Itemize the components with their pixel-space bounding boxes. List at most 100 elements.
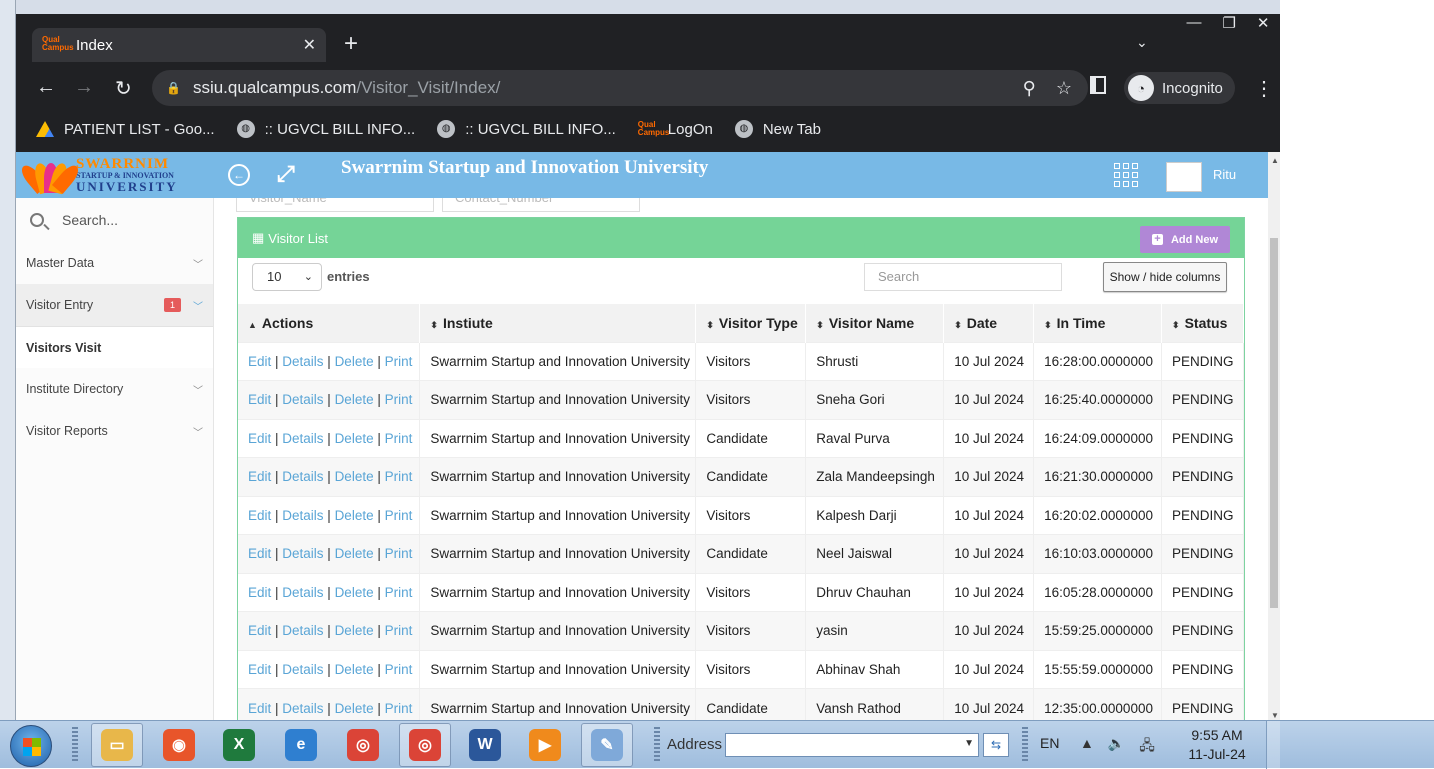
column-header[interactable]: ▲ Actions: [238, 304, 421, 342]
visitor-name-filter[interactable]: Visitor_Name: [236, 198, 434, 212]
minimize-icon[interactable]: —: [1186, 14, 1201, 38]
bookmark-star-icon[interactable]: ☆: [1056, 78, 1072, 99]
language-indicator[interactable]: EN: [1040, 735, 1059, 751]
details-link[interactable]: Details: [282, 585, 323, 600]
print-link[interactable]: Print: [385, 431, 413, 446]
delete-link[interactable]: Delete: [335, 469, 374, 484]
print-link[interactable]: Print: [385, 701, 413, 716]
page-length-select[interactable]: 10 ⌄: [252, 263, 322, 291]
sidebar-item-visitor-entry[interactable]: Visitor Entry 1 ﹀: [16, 284, 213, 326]
user-name[interactable]: Ritu: [1213, 167, 1236, 182]
delete-link[interactable]: Delete: [335, 354, 374, 369]
column-header[interactable]: ⬍ Visitor Type: [695, 304, 807, 342]
print-link[interactable]: Print: [385, 662, 413, 677]
edit-link[interactable]: Edit: [248, 662, 271, 677]
edit-link[interactable]: Edit: [248, 623, 271, 638]
column-header[interactable]: ⬍ Status: [1161, 304, 1244, 342]
taskbar-app-button[interactable]: W: [459, 723, 511, 767]
back-icon[interactable]: ←: [36, 76, 56, 99]
column-header[interactable]: ⬍ Visitor Name: [805, 304, 945, 342]
delete-link[interactable]: Delete: [335, 585, 374, 600]
show-desktop-button[interactable]: [1266, 721, 1280, 769]
taskbar-app-button[interactable]: e: [275, 723, 327, 767]
edit-link[interactable]: Edit: [248, 585, 271, 600]
bookmark-item[interactable]: PATIENT LIST - Goo...: [36, 121, 215, 138]
details-link[interactable]: Details: [282, 392, 323, 407]
chevron-down-icon[interactable]: ▼: [964, 738, 974, 749]
scroll-down-icon[interactable]: ▼: [1271, 711, 1279, 720]
network-icon[interactable]: 🖧: [1139, 735, 1155, 759]
details-link[interactable]: Details: [282, 623, 323, 638]
delete-link[interactable]: Delete: [335, 508, 374, 523]
print-link[interactable]: Print: [385, 546, 413, 561]
taskbar-app-button[interactable]: ◉: [153, 723, 205, 767]
taskbar-grip[interactable]: [72, 727, 78, 763]
taskbar-grip[interactable]: [654, 727, 660, 763]
show-hide-columns-button[interactable]: Show / hide columns: [1103, 262, 1227, 292]
edit-link[interactable]: Edit: [248, 469, 271, 484]
bookmark-item[interactable]: ◍:: UGVCL BILL INFO...: [236, 120, 415, 138]
close-tab-icon[interactable]: ✕: [303, 35, 316, 55]
page-scrollbar[interactable]: ▲ ▼: [1268, 152, 1280, 720]
edit-link[interactable]: Edit: [248, 354, 271, 369]
tray-arrow-icon[interactable]: ▲: [1080, 735, 1094, 759]
sidebar-item-visitor-reports[interactable]: Visitor Reports ﹀: [16, 410, 213, 452]
university-logo[interactable]: SWARRNIM STARTUP & INNOVATION UNIVERSITY: [17, 152, 190, 198]
go-icon[interactable]: ⇆: [983, 733, 1009, 757]
sidebar-item-institute-directory[interactable]: Institute Directory ﹀: [16, 368, 213, 410]
contact-number-filter[interactable]: Contact_Number: [442, 198, 640, 212]
new-tab-icon[interactable]: +: [344, 32, 358, 56]
taskbar-app-button[interactable]: ◎: [399, 723, 451, 767]
back-circle-icon[interactable]: ←: [228, 164, 250, 186]
column-header[interactable]: ⬍ Date: [943, 304, 1035, 342]
details-link[interactable]: Details: [282, 508, 323, 523]
print-link[interactable]: Print: [385, 585, 413, 600]
edit-link[interactable]: Edit: [248, 546, 271, 561]
details-link[interactable]: Details: [282, 354, 323, 369]
volume-icon[interactable]: 🔈: [1108, 735, 1125, 759]
incognito-indicator[interactable]: ◔ Incognito: [1124, 72, 1235, 104]
side-panel-icon[interactable]: [1090, 76, 1106, 94]
edit-link[interactable]: Edit: [248, 508, 271, 523]
fullscreen-icon[interactable]: ⤢: [277, 161, 295, 187]
address-toolbar-input[interactable]: ▼: [725, 733, 979, 757]
taskbar-app-button[interactable]: ◎: [337, 723, 389, 767]
sidebar-search-input[interactable]: Search...: [62, 212, 118, 228]
edit-link[interactable]: Edit: [248, 431, 271, 446]
details-link[interactable]: Details: [282, 546, 323, 561]
browser-tab[interactable]: Qual Campus Index ✕: [32, 28, 326, 62]
add-new-button[interactable]: + Add New: [1139, 226, 1230, 253]
details-link[interactable]: Details: [282, 469, 323, 484]
zoom-icon[interactable]: ⚲: [1023, 78, 1036, 99]
bookmark-item[interactable]: ◍ New Tab: [734, 120, 821, 138]
print-link[interactable]: Print: [385, 354, 413, 369]
start-button[interactable]: [10, 725, 52, 767]
bookmark-item[interactable]: Qual Campus LogOn: [638, 121, 713, 138]
delete-link[interactable]: Delete: [335, 662, 374, 677]
menu-icon[interactable]: ⋮: [1254, 76, 1274, 101]
print-link[interactable]: Print: [385, 508, 413, 523]
print-link[interactable]: Print: [385, 469, 413, 484]
chevron-down-icon[interactable]: ⌄: [1136, 34, 1148, 51]
system-clock[interactable]: 9:55 AM 11-Jul-24: [1184, 726, 1250, 764]
print-link[interactable]: Print: [385, 623, 413, 638]
column-header[interactable]: ⬍ Instiute: [419, 304, 697, 342]
column-header[interactable]: ⬍ In Time: [1033, 304, 1163, 342]
forward-icon[interactable]: →: [74, 76, 94, 99]
sidebar-search[interactable]: Search...: [16, 198, 213, 242]
taskbar-app-button[interactable]: ▶: [519, 723, 571, 767]
taskbar-app-button[interactable]: ▭: [91, 723, 143, 767]
details-link[interactable]: Details: [282, 701, 323, 716]
table-search-input[interactable]: Search: [864, 263, 1062, 291]
details-link[interactable]: Details: [282, 431, 323, 446]
taskbar-app-button[interactable]: ✎: [581, 723, 633, 767]
delete-link[interactable]: Delete: [335, 546, 374, 561]
sidebar-item-master-data[interactable]: Master Data ﹀: [16, 242, 213, 284]
taskbar-grip[interactable]: [1022, 727, 1028, 763]
sidebar-item-visitors-visit[interactable]: Visitors Visit: [16, 326, 213, 368]
delete-link[interactable]: Delete: [335, 623, 374, 638]
delete-link[interactable]: Delete: [335, 431, 374, 446]
address-bar[interactable]: 🔒 ssiu.qualcampus.com/Visitor_Visit/Inde…: [152, 70, 1088, 106]
maximize-icon[interactable]: ❐: [1222, 14, 1235, 38]
scroll-up-icon[interactable]: ▲: [1271, 156, 1279, 165]
